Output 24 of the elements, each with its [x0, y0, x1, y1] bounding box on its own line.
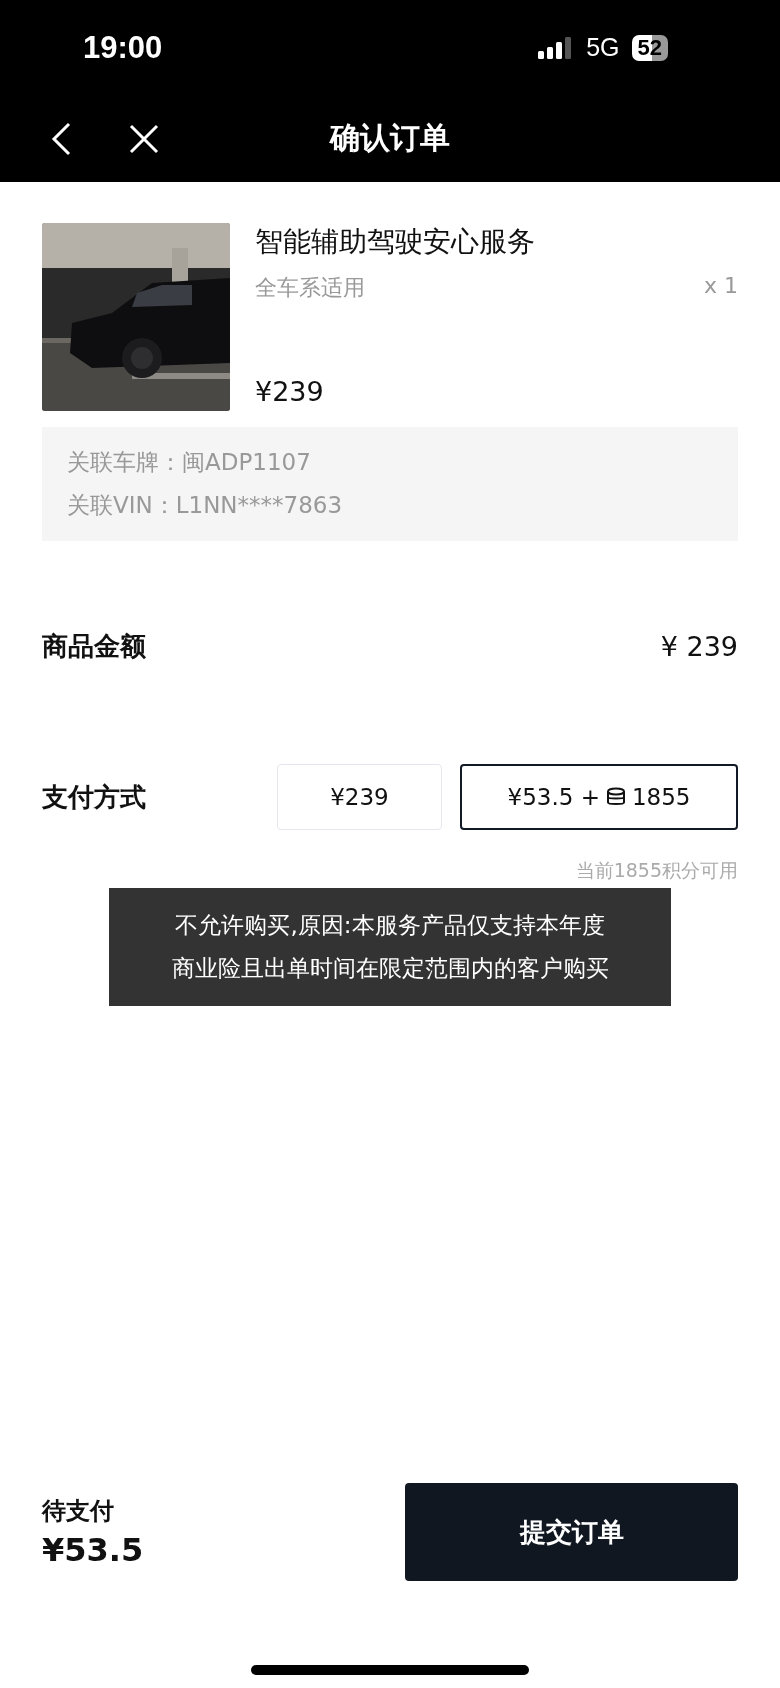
toast-message: 不允许购买,原因:本服务产品仅支持本年度 — [175, 911, 605, 940]
product-subtitle: 全车系适用 — [255, 274, 365, 302]
payment-option[interactable]: ¥239 — [277, 764, 442, 830]
amount-label: 商品金额 — [42, 630, 146, 663]
coin-icon — [605, 787, 626, 807]
total-amount: ¥53.5 — [42, 1531, 144, 1569]
close-icon[interactable] — [128, 122, 160, 155]
page-title: 确认订单 — [330, 119, 450, 157]
amount-value: ¥ 239 — [660, 631, 738, 662]
vehicle-info-line: 关联VIN：L1NN****7863 — [67, 491, 344, 520]
payment-label: 支付方式 — [42, 780, 146, 814]
quantity: x 1 — [704, 273, 738, 300]
pending-payment-label: 待支付 — [42, 1496, 115, 1527]
vehicle-info-line: 关联车牌：闽ADP1107 — [67, 448, 312, 477]
back-icon[interactable] — [50, 121, 72, 156]
payment-option[interactable]: ¥53.5 + 1855 — [460, 764, 738, 830]
product-price: ¥239 — [255, 376, 325, 407]
toast-message: 商业险且出单时间在限定范围内的客户购买 — [171, 954, 609, 983]
status-time: 19:00 — [83, 29, 163, 66]
network-label: 5G — [586, 33, 620, 62]
submit-order-button[interactable]: 提交订单 — [405, 1483, 738, 1581]
product-name: 智能辅助驾驶安心服务 — [255, 224, 536, 260]
battery-indicator: 52 — [631, 34, 668, 61]
points-hint: 当前1855积分可用 — [575, 858, 738, 883]
